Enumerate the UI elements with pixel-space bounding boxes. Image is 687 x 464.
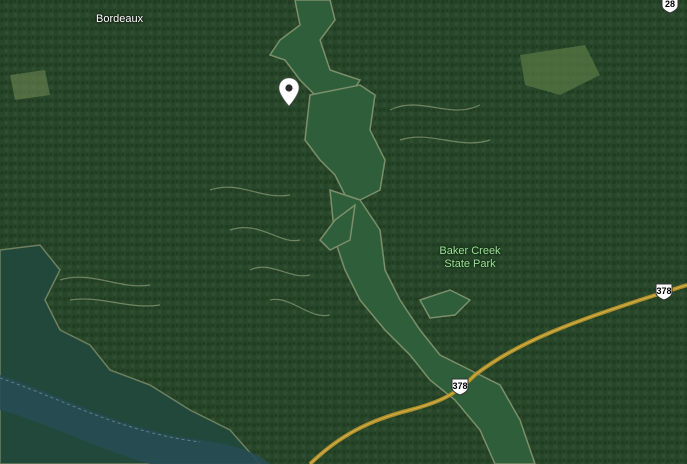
map-imagery — [0, 0, 687, 464]
park-label-line1: Baker Creek — [439, 245, 501, 257]
field-patch — [10, 70, 50, 100]
location-pin-icon[interactable] — [278, 77, 300, 107]
route-shield-number: 28 — [664, 0, 675, 9]
route-shield-number: 378 — [656, 286, 672, 296]
place-label-bordeaux[interactable]: Bordeaux — [96, 13, 143, 25]
route-shield-28: 28 — [660, 0, 680, 14]
park-label-line2: State Park — [444, 258, 496, 270]
route-shield-378: 378 — [654, 283, 674, 301]
route-shield-number: 378 — [452, 381, 468, 391]
route-shield-378: 378 — [450, 378, 470, 396]
park-label-baker-creek[interactable]: Baker Creek State Park — [428, 245, 512, 271]
satellite-map[interactable]: Bordeaux Baker Creek State Park 378 378 … — [0, 0, 687, 464]
